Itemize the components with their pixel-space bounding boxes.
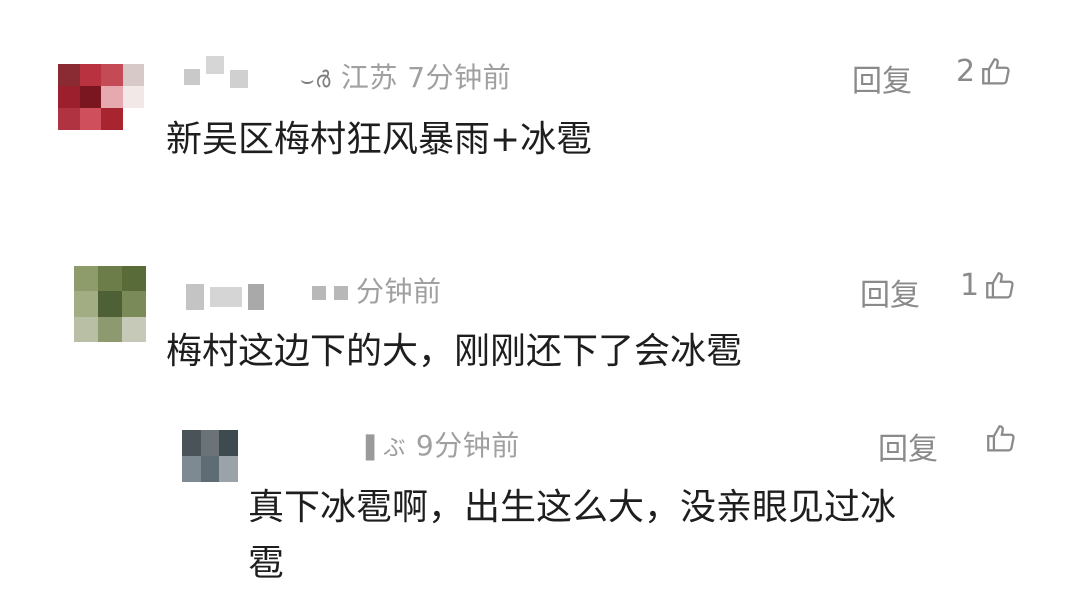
avatar[interactable] (182, 430, 238, 482)
comment-text-line-1: 真下冰雹啊，出生这么大，没亲眼见过冰 (248, 487, 897, 528)
user-badge-icon: ▌ぶ (366, 436, 406, 461)
thumbs-up-icon (987, 425, 1015, 452)
comment-meta: ▌ぶ 9分钟前 (366, 429, 520, 462)
reply-button[interactable]: 回复 (878, 424, 938, 468)
reply-comment: ▌ぶ 9分钟前 回复 真下冰雹啊，出生这么大，没亲眼见过冰 雹 (0, 0, 1080, 603)
like-button[interactable] (984, 422, 1018, 456)
comment-text-line-2: 雹 (248, 543, 285, 584)
